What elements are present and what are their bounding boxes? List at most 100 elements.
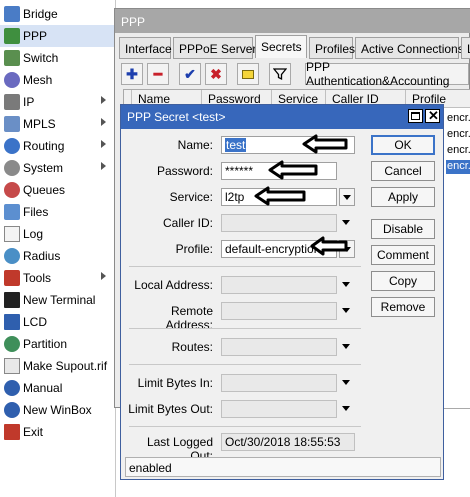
menu-item-label: Exit [23,425,44,439]
filter-icon [273,68,287,81]
chevron-right-icon [101,96,106,104]
menu-item-bridge[interactable]: Bridge [0,3,116,25]
terminal-icon [4,292,20,308]
annotation-arrow-icon [310,236,348,256]
menu-item-log[interactable]: Log [0,223,116,245]
menu-item-label: New Terminal [23,293,96,307]
menu-item-partition[interactable]: Partition [0,333,116,355]
caller-id-field[interactable] [221,214,337,232]
copy-button[interactable]: Copy [371,271,435,291]
plus-icon: ✚ [126,65,138,82]
annotation-arrow-icon [302,134,348,154]
menu-item-make-supout-rif[interactable]: Make Supout.rif [0,355,116,377]
apply-button[interactable]: Apply [371,187,435,207]
menu-item-routing[interactable]: Routing [0,135,116,157]
menu-item-ppp[interactable]: PPP [0,25,116,47]
local-address-label: Local Address: [134,278,213,292]
table-row[interactable]: encr.. [446,144,470,158]
menu-item-tools[interactable]: Tools [0,267,116,289]
maximize-button[interactable] [408,109,423,123]
menu-item-label: PPP [23,29,48,43]
local-address-dropdown-button[interactable] [339,276,355,294]
menu-item-label: Bridge [23,7,58,21]
menu-item-label: LCD [23,315,48,329]
tab-profiles[interactable]: Profiles [309,37,355,59]
menu-item-switch[interactable]: Switch [0,47,116,69]
limit-bytes-in-dropdown-button[interactable] [339,374,355,392]
menu-item-label: Queues [23,183,66,197]
enable-button[interactable]: ✔ [179,63,201,85]
routes-dropdown-button[interactable] [339,338,355,356]
cancel-button[interactable]: Cancel [371,161,435,181]
menu-item-label: Log [23,227,44,241]
menu-item-label: Switch [23,51,59,65]
ppp-auth-accounting-button[interactable]: PPP Authentication&Accounting [305,60,469,88]
menu-item-system[interactable]: System [0,157,116,179]
menu-item-manual[interactable]: Manual [0,377,116,399]
menu-item-files[interactable]: Files [0,201,116,223]
chevron-right-icon [101,272,106,280]
remote-address-field[interactable] [221,302,337,320]
caller-id-dropdown-button[interactable] [339,214,355,232]
filter-button[interactable] [269,63,291,85]
last-logged-out-value: Oct/30/2018 18:55:53 [221,433,355,451]
help-icon [4,380,20,396]
note-icon [242,69,254,79]
remove-button[interactable]: Remove [371,297,435,317]
tab-secrets[interactable]: Secrets [255,35,307,58]
disable-button[interactable]: Disable [371,219,435,239]
divider [129,266,361,267]
menu-item-lcd[interactable]: LCD [0,311,116,333]
service-dropdown-button[interactable] [339,188,355,206]
table-row[interactable]: encr.. [446,128,470,142]
ok-button[interactable]: OK [371,135,435,155]
menu-item-mpls[interactable]: MPLS [0,113,116,135]
menu-item-exit[interactable]: Exit [0,421,116,443]
tab-l2tp[interactable]: L2 [461,37,470,59]
table-row[interactable]: encr.. [446,112,470,126]
comment-button[interactable]: Comment [371,245,435,265]
menu-item-new-terminal[interactable]: New Terminal [0,289,116,311]
remote-address-dropdown-button[interactable] [339,302,355,320]
limit-bytes-out-dropdown-button[interactable] [339,400,355,418]
comment-button[interactable] [237,63,259,85]
menu-item-label: Manual [23,381,63,395]
menu-item-mesh[interactable]: Mesh [0,69,116,91]
menu-item-queues[interactable]: Queues [0,179,116,201]
bridge-icon [4,6,20,22]
limit-bytes-in-field[interactable] [221,374,337,392]
local-address-field[interactable] [221,276,337,294]
check-icon: ✔ [184,65,196,82]
limit-bytes-out-label: Limit Bytes Out: [128,402,213,416]
ip-icon [4,94,20,110]
tab-active-connections[interactable]: Active Connections [355,37,464,59]
minus-icon: ━ [153,65,163,82]
add-button[interactable]: ✚ [121,63,143,85]
menu-item-label: Make Supout.rif [23,359,108,373]
supout-icon [4,358,20,374]
menu-item-label: System [23,161,64,175]
tab-pppoe-servers[interactable]: PPPoE Servers [173,37,262,59]
menu-item-ip[interactable]: IP [0,91,116,113]
maximize-icon [411,112,420,120]
tab-interface[interactable]: Interface [119,37,172,59]
cross-icon: ✖ [210,65,222,82]
remove-button[interactable]: ━ [147,63,169,85]
menu-item-label: Tools [23,271,52,285]
menu-item-radius[interactable]: Radius [0,245,116,267]
dialog-title: PPP Secret <test> [121,105,443,129]
password-label: Password: [156,164,213,178]
routes-label: Routes: [171,340,213,354]
limit-bytes-out-field[interactable] [221,400,337,418]
status-bar: enabled [125,457,441,477]
exit-icon [4,424,20,440]
gear-icon [4,160,20,176]
mesh-icon [4,72,20,88]
table-row-selected[interactable]: encr.. [446,160,470,174]
divider [129,364,361,365]
routes-field[interactable] [221,338,337,356]
close-button[interactable]: ✕ [425,108,440,123]
menu-item-new-winbox[interactable]: New WinBox [0,399,116,421]
disable-button[interactable]: ✖ [205,63,227,85]
ppp-icon [4,28,20,44]
